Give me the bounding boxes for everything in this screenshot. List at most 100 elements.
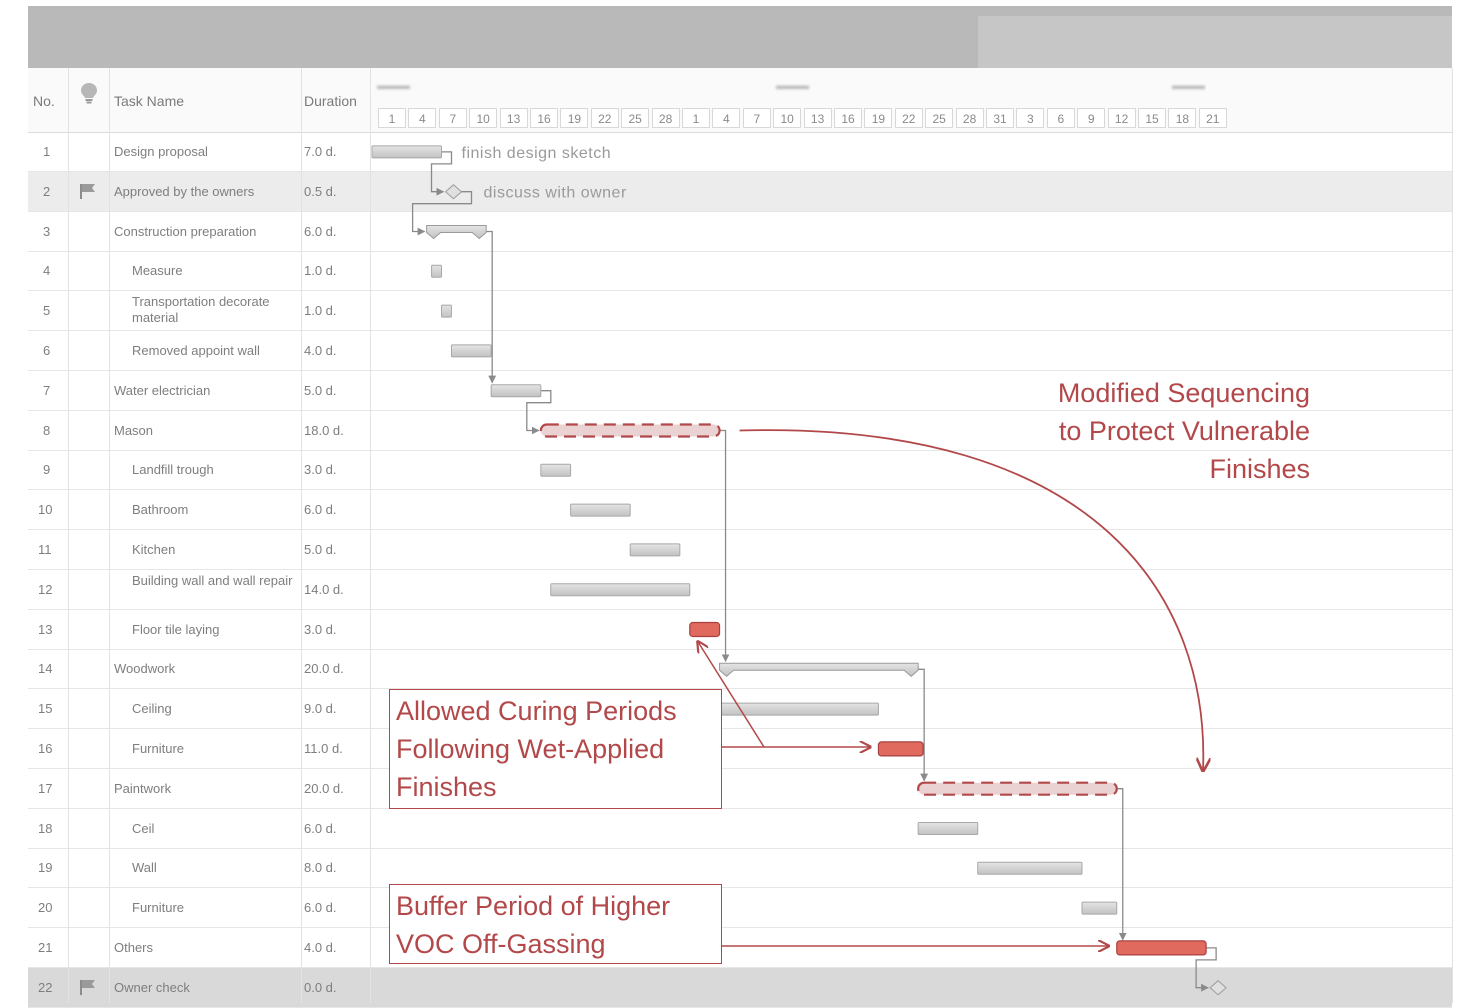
title-bar-right-pane [978, 16, 1452, 68]
task-name[interactable]: Mason [114, 423, 153, 438]
task-number: 15 [38, 701, 53, 717]
task-name[interactable]: Ceil [132, 821, 154, 836]
column-header-task-name[interactable]: Task Name [114, 93, 184, 109]
task-name[interactable]: Wall [132, 860, 157, 875]
task-row[interactable]: 3 Construction preparation 6.0 d. [28, 212, 1452, 252]
task-duration: 1.0 d. [304, 303, 337, 319]
task-number: 19 [38, 860, 53, 876]
timeline-day-cell: 28 [651, 108, 680, 128]
task-number: 7 [43, 382, 51, 398]
task-name[interactable]: Kitchen [132, 542, 175, 557]
timeline-day-cell: 25 [621, 108, 650, 128]
modified-sequencing-line: Modified Sequencing [1057, 378, 1310, 408]
timeline-day-cell: 12 [1107, 108, 1136, 128]
task-number: 17 [38, 780, 53, 796]
task-name[interactable]: Ceiling [132, 701, 172, 716]
task-duration: 14.0 d. [304, 581, 344, 597]
task-row[interactable]: 18 Ceil 6.0 d. [28, 809, 1452, 849]
modified-sequencing-line: to Protect Vulnerable [1058, 416, 1310, 446]
task-name[interactable]: Design proposal [114, 144, 208, 159]
task-duration: 1.0 d. [304, 263, 337, 279]
task-number: 5 [43, 303, 51, 319]
task-duration: 6.0 d. [304, 820, 337, 836]
column-header-no[interactable]: No. [33, 93, 55, 109]
task-name[interactable]: Landfill trough [132, 462, 214, 477]
timeline-day-cell: 10 [469, 108, 498, 128]
task-number: 14 [38, 661, 53, 677]
task-duration: 3.0 d. [304, 621, 337, 637]
task-row[interactable]: 12 Building wall and wall repair 14.0 d. [28, 570, 1452, 610]
task-name[interactable]: Furniture [132, 741, 184, 756]
task-name[interactable]: Removed appoint wall [132, 343, 260, 358]
task-row[interactable]: 1 Design proposal 7.0 d. [28, 132, 1452, 172]
task-row[interactable]: 21 Others 4.0 d. [28, 928, 1452, 968]
task-name[interactable]: Furniture [132, 900, 184, 915]
title-bar [28, 6, 1452, 68]
task-name[interactable]: Measure [132, 263, 183, 278]
curing-periods-callout: Allowed Curing Periods Following Wet-App… [389, 689, 722, 809]
timeline-day-cell: 4 [712, 108, 741, 128]
timeline-day-cell: 13 [499, 108, 528, 128]
task-number: 21 [38, 940, 53, 955]
task-duration: 3.0 d. [304, 462, 337, 478]
flag-icon [80, 183, 95, 199]
task-duration: 20.0 d. [304, 661, 344, 677]
timeline-day-cell: 1 [378, 108, 406, 128]
task-name[interactable]: Woodwork [114, 661, 175, 676]
task-row[interactable]: 20 Furniture 6.0 d. [28, 888, 1452, 929]
task-row[interactable]: 6 Removed appoint wall 4.0 d. [28, 331, 1452, 371]
timeline-day-cell: 22 [590, 108, 619, 128]
task-name[interactable]: Owner check [114, 980, 190, 995]
task-number: 16 [38, 741, 53, 756]
task-name[interactable]: Building wall and wall repair [132, 573, 302, 589]
task-row[interactable]: 2 Approved by the owners 0.5 d. [28, 171, 1452, 212]
task-row[interactable]: 13 Floor tile laying 3.0 d. [28, 610, 1452, 650]
timeline-day-cell: 1 [682, 108, 710, 128]
task-name[interactable]: Water electrician [114, 383, 210, 398]
curing-periods-line: Following Wet-Applied [396, 734, 665, 764]
timeline-day-cell: 15 [1138, 108, 1166, 128]
task-name[interactable]: Bathroom [132, 502, 188, 517]
task-row[interactable]: 14 Woodwork 20.0 d. [28, 649, 1452, 690]
task-number: 10 [38, 502, 53, 518]
task-name[interactable]: Floor tile laying [132, 622, 219, 637]
buffer-period-line: Buffer Period of Higher [396, 891, 671, 921]
task-name[interactable]: Paintwork [114, 781, 171, 796]
task-row[interactable]: 15 Ceiling 9.0 d. [28, 689, 1452, 730]
task-number: 1 [43, 144, 51, 159]
modified-sequencing-line: Finishes [1209, 454, 1310, 484]
task-row[interactable]: 22 Owner check 0.0 d. [28, 967, 1452, 1008]
task-duration: 11.0 d. [304, 741, 343, 756]
task-duration: 9.0 d. [304, 701, 337, 717]
timeline-month-1: ▬▬▬ [377, 80, 410, 92]
task-name[interactable]: Approved by the owners [114, 184, 254, 199]
task-row[interactable]: 4 Measure 1.0 d. [28, 251, 1452, 292]
task-row[interactable]: 19 Wall 8.0 d. [28, 848, 1452, 889]
task-number: 8 [43, 422, 51, 438]
task-row[interactable]: 10 Bathroom 6.0 d. [28, 490, 1452, 531]
task-duration: 4.0 d. [304, 343, 337, 358]
task-number: 3 [43, 223, 51, 239]
task-number: 2 [43, 183, 51, 199]
timeline-day-cell: 28 [955, 108, 984, 128]
task-row[interactable]: 17 Paintwork 20.0 d. [28, 769, 1452, 809]
task-duration: 8.0 d. [304, 860, 337, 876]
task-row[interactable]: 5 Transportation decorate material 1.0 d. [28, 291, 1452, 332]
column-header-duration[interactable]: Duration [304, 93, 357, 109]
task-number: 18 [38, 820, 53, 836]
buffer-period-callout: Buffer Period of Higher VOC Off-Gassing [389, 884, 722, 964]
modified-sequencing-label: Modified Sequencing to Protect Vulnerabl… [960, 374, 1310, 488]
timeline-day-cell: 9 [1077, 108, 1106, 128]
task-duration: 18.0 d. [304, 422, 344, 438]
task-name[interactable]: Construction preparation [114, 224, 256, 239]
timeline-day-cell: 21 [1198, 108, 1227, 128]
task-number: 13 [38, 621, 53, 637]
timeline-day-cell: 4 [408, 108, 437, 128]
task-name[interactable]: Transportation decorate material [132, 294, 302, 326]
timeline-day-cell: 10 [773, 108, 802, 128]
task-row[interactable]: 16 Furniture 11.0 d. [28, 729, 1452, 769]
task-name[interactable]: Others [114, 940, 153, 955]
timeline-day-cell: 19 [560, 108, 589, 128]
timeline-day-cell: 3 [1016, 108, 1045, 128]
task-row[interactable]: 11 Kitchen 5.0 d. [28, 530, 1452, 570]
